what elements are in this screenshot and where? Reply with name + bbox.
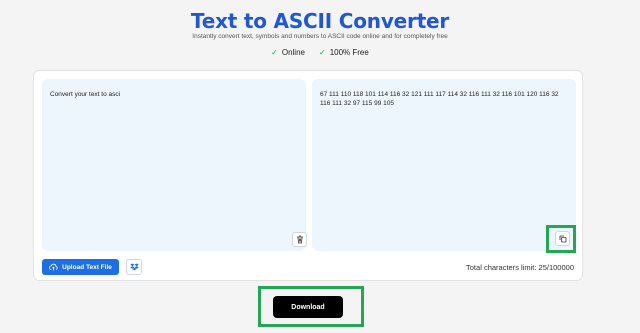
dropbox-icon xyxy=(129,263,139,271)
character-limit: Total characters limit: 25/100000 xyxy=(466,263,574,272)
text-input-area[interactable]: Convert your text to asci xyxy=(42,79,307,251)
trash-icon xyxy=(296,235,303,244)
page-subtitle: Instantly convert text, symbols and numb… xyxy=(192,33,448,40)
check-icon: ✓ xyxy=(271,48,278,57)
copy-highlight xyxy=(546,225,576,253)
feature-badges: ✓ Online ✓ 100% Free xyxy=(0,48,640,57)
check-icon: ✓ xyxy=(318,48,326,57)
converter-card: Convert your text to asci 67 111 110 118… xyxy=(33,70,583,281)
download-button[interactable]: Download xyxy=(273,296,343,318)
ascii-output-area: 67 111 110 118 101 114 116 32 121 111 11… xyxy=(312,79,576,251)
page-title: Text to ASCII Converter xyxy=(190,9,450,33)
output-text: 67 111 110 118 101 114 116 32 121 111 11… xyxy=(320,91,559,107)
upload-text-file-button[interactable]: Upload Text File xyxy=(42,259,119,275)
dropbox-button[interactable] xyxy=(126,259,142,275)
badge-free: ✓ 100% Free xyxy=(319,48,369,57)
badge-online: ✓ Online xyxy=(271,48,305,57)
badge-label: 100% Free xyxy=(329,48,369,57)
cloud-upload-icon xyxy=(49,263,58,271)
clear-button[interactable] xyxy=(292,232,307,247)
upload-label: Upload Text File xyxy=(62,263,112,271)
badge-label: Online xyxy=(281,48,305,57)
input-text[interactable]: Convert your text to asci xyxy=(50,90,296,99)
